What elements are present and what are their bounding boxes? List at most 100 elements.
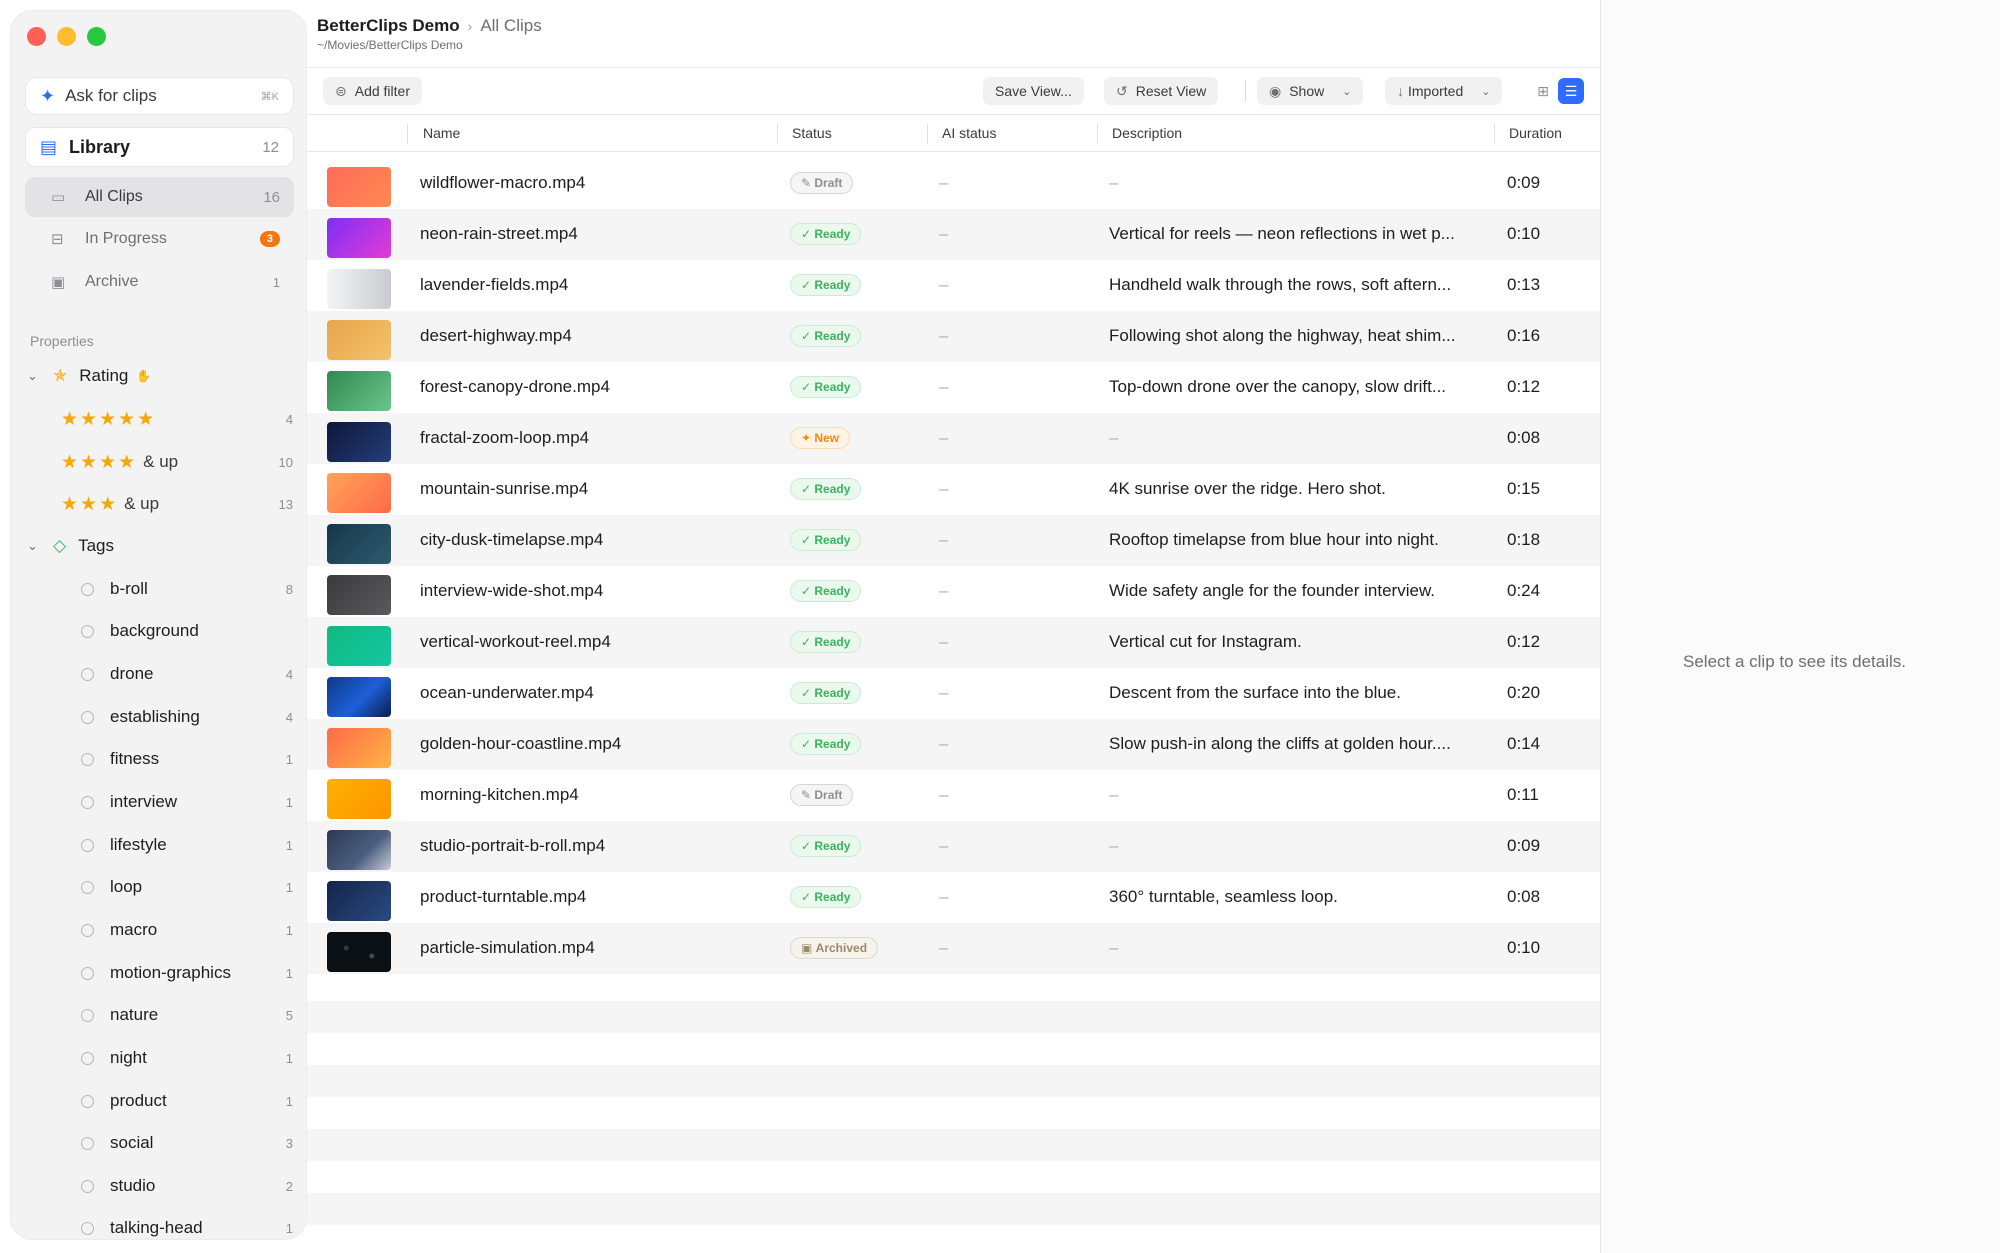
list-view-button[interactable]: ☰ — [1558, 78, 1584, 104]
rating-group-toggle[interactable]: ⌄ ✯ Rating ✋ — [27, 359, 297, 393]
tag-count: 5 — [285, 1007, 293, 1023]
tag-item[interactable]: nature 5 — [81, 998, 293, 1032]
status-label: Draft — [814, 176, 843, 190]
circle-icon — [81, 966, 94, 980]
table-row[interactable]: interview-wide-shot.mp4 ✓ Ready – Wide s… — [307, 566, 1600, 617]
status-badge: ✎ Draft — [790, 784, 854, 806]
circle-icon — [81, 1221, 94, 1235]
clip-description: 4K sunrise over the ridge. Hero shot. — [1109, 479, 1386, 498]
status-label: Ready — [814, 686, 851, 700]
clip-description: – — [1109, 938, 1119, 957]
column-divider[interactable] — [927, 124, 928, 144]
tag-count: 1 — [285, 879, 293, 895]
minimize-window-button[interactable] — [57, 27, 76, 46]
tag-item[interactable]: fitness 1 — [81, 742, 293, 776]
show-dropdown[interactable]: ◉ Show ⌄ — [1257, 77, 1364, 105]
rating-filter-4[interactable]: ★★★★ & up 10 — [61, 445, 293, 479]
table-row[interactable]: morning-kitchen.mp4 ✎ Draft – – 0:11 — [307, 770, 1600, 821]
tag-item[interactable]: talking-head 1 — [81, 1211, 293, 1239]
window-controls — [27, 27, 106, 46]
table-row[interactable]: fractal-zoom-loop.mp4 ✦ New – – 0:08 — [307, 413, 1600, 464]
tag-item[interactable]: loop 1 — [81, 870, 293, 904]
tag-label: establishing — [110, 707, 200, 726]
tag-item[interactable]: product 1 — [81, 1084, 293, 1118]
table-row[interactable]: mountain-sunrise.mp4 ✓ Ready – 4K sunris… — [307, 464, 1600, 515]
sidebar-item-count: 16 — [263, 188, 280, 206]
rating-filter-3[interactable]: ★★★ & up 13 — [61, 487, 293, 521]
table-row[interactable]: desert-highway.mp4 ✓ Ready – Following s… — [307, 311, 1600, 362]
clip-thumbnail — [327, 167, 391, 207]
sidebar-item-all-clips[interactable]: ▭ All Clips 16 — [25, 177, 294, 217]
checkmark-icon: ✓ — [801, 533, 815, 547]
ai-status: – — [939, 938, 949, 957]
circle-icon — [81, 795, 94, 809]
tag-item[interactable]: background — [81, 614, 293, 648]
table-row[interactable]: lavender-fields.mp4 ✓ Ready – Handheld w… — [307, 260, 1600, 311]
tag-item[interactable]: macro 1 — [81, 913, 293, 947]
table-row[interactable]: city-dusk-timelapse.mp4 ✓ Ready – Roofto… — [307, 515, 1600, 566]
table-row[interactable]: product-turntable.mp4 ✓ Ready – 360° tur… — [307, 872, 1600, 923]
column-header-ai-status[interactable]: AI status — [942, 125, 996, 141]
grid-view-button[interactable]: ⊞ — [1530, 78, 1556, 104]
table-row[interactable]: studio-portrait-b-roll.mp4 ✓ Ready – – 0… — [307, 821, 1600, 872]
tag-item[interactable]: lifestyle 1 — [81, 828, 293, 862]
rating-suffix: & up — [124, 494, 160, 513]
save-view-button[interactable]: Save View... — [983, 77, 1084, 105]
circle-icon — [81, 880, 94, 894]
tag-item[interactable]: social 3 — [81, 1126, 293, 1160]
sidebar-item-in-progress[interactable]: ⊟ In Progress 3 — [25, 219, 294, 259]
chevron-down-icon: ⌄ — [27, 538, 38, 553]
tag-label: background — [110, 621, 199, 640]
zoom-window-button[interactable] — [87, 27, 106, 46]
breadcrumb-project[interactable]: BetterClips Demo — [317, 16, 460, 35]
clip-duration: 0:20 — [1507, 683, 1541, 702]
tag-item[interactable]: interview 1 — [81, 785, 293, 819]
table-row[interactable]: forest-canopy-drone.mp4 ✓ Ready – Top-do… — [307, 362, 1600, 413]
tag-count: 3 — [285, 1135, 293, 1151]
column-divider[interactable] — [1097, 124, 1098, 144]
column-header-duration[interactable]: Duration — [1509, 125, 1562, 141]
tag-item[interactable]: studio 2 — [81, 1169, 293, 1203]
tag-item[interactable]: b-roll 8 — [81, 572, 293, 606]
table-row[interactable]: neon-rain-street.mp4 ✓ Ready – Vertical … — [307, 209, 1600, 260]
tag-label: talking-head — [110, 1218, 203, 1237]
reset-icon: ↺ — [1116, 82, 1128, 99]
table-row[interactable]: ocean-underwater.mp4 ✓ Ready – Descent f… — [307, 668, 1600, 719]
table-row[interactable]: vertical-workout-reel.mp4 ✓ Ready – Vert… — [307, 617, 1600, 668]
table-row[interactable]: golden-hour-coastline.mp4 ✓ Ready – Slow… — [307, 719, 1600, 770]
column-divider[interactable] — [777, 124, 778, 144]
tag-item[interactable]: night 1 — [81, 1041, 293, 1075]
clip-duration: 0:12 — [1507, 632, 1541, 651]
checkmark-icon: ✓ — [801, 890, 815, 904]
add-filter-button[interactable]: ⊜ Add filter — [323, 77, 422, 105]
column-header-name[interactable]: Name — [423, 125, 460, 141]
checkmark-icon: ✓ — [801, 227, 815, 241]
tags-group-toggle[interactable]: ⌄ ◇ Tags — [27, 529, 297, 563]
clip-thumbnail — [327, 830, 391, 870]
close-window-button[interactable] — [27, 27, 46, 46]
status-label: Ready — [814, 635, 851, 649]
tag-count: 8 — [285, 581, 293, 597]
rating-filter-5[interactable]: ★★★★★ 4 — [61, 402, 293, 436]
circle-icon — [81, 710, 94, 724]
table-row[interactable]: particle-simulation.mp4 ▣ Archived – – 0… — [307, 923, 1600, 974]
status-badge: ✓ Ready — [790, 325, 862, 347]
tag-item[interactable]: drone 4 — [81, 657, 293, 691]
ai-status: – — [939, 224, 949, 243]
status-badge: ✓ Ready — [790, 631, 862, 653]
reset-view-button[interactable]: ↺ Reset View — [1104, 77, 1219, 105]
tag-item[interactable]: motion-graphics 1 — [81, 956, 293, 990]
sidebar-item-archive[interactable]: ▣ Archive 1 — [25, 262, 294, 302]
clip-name: city-dusk-timelapse.mp4 — [420, 530, 604, 549]
library-header[interactable]: ▤ Library 12 — [25, 127, 294, 167]
status-label: Draft — [814, 788, 843, 802]
column-header-status[interactable]: Status — [792, 125, 832, 141]
table-row[interactable]: wildflower-macro.mp4 ✎ Draft – – 0:09 — [307, 158, 1600, 209]
column-divider[interactable] — [1494, 124, 1495, 144]
tag-item[interactable]: establishing 4 — [81, 700, 293, 734]
sort-dropdown[interactable]: ↓ Imported ⌄ — [1385, 77, 1503, 105]
column-divider — [407, 124, 408, 144]
ask-for-clips-input[interactable]: ✦ Ask for clips ⌘K — [25, 77, 294, 115]
column-header-description[interactable]: Description — [1112, 125, 1182, 141]
clip-description: Descent from the surface into the blue. — [1109, 683, 1401, 702]
